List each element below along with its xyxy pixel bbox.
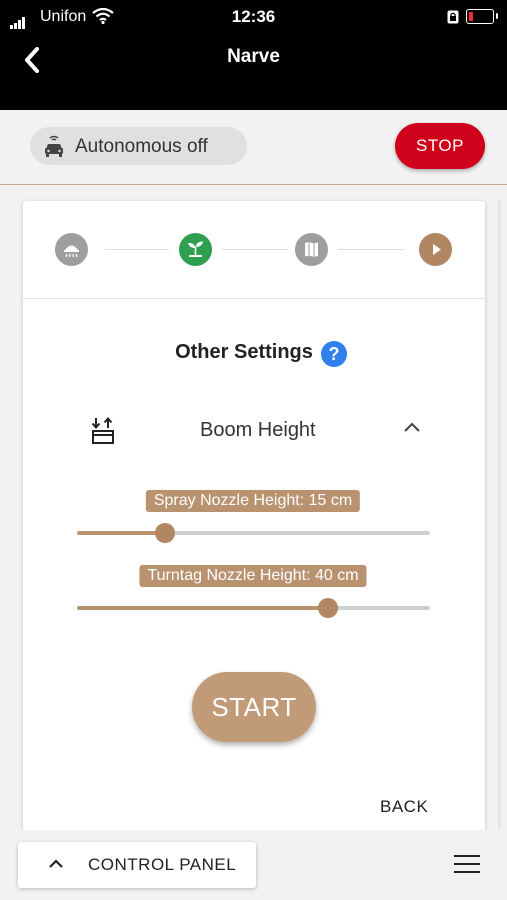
settings-card: Other Settings ? Boom Height Spray Nozzl… — [23, 201, 485, 841]
step-connector — [222, 249, 288, 250]
autonomous-status-label: Autonomous off — [75, 136, 208, 157]
back-button[interactable]: BACK — [380, 797, 428, 817]
step-sprinkler[interactable] — [55, 233, 88, 266]
start-button[interactable]: START — [192, 672, 316, 742]
boom-height-label: Boom Height — [200, 419, 316, 441]
step-start[interactable] — [419, 233, 452, 266]
autonomous-status-pill[interactable]: Autonomous off — [30, 127, 247, 165]
navigation-bar: Narve — [0, 34, 507, 110]
chevron-up-icon — [49, 859, 63, 868]
chevron-up-icon[interactable] — [403, 421, 421, 433]
height-adjust-icon — [91, 417, 114, 444]
step-connector — [338, 249, 404, 250]
sprinkler-icon — [64, 245, 79, 258]
spray-nozzle-slider[interactable] — [77, 523, 430, 543]
step-map[interactable] — [295, 233, 328, 266]
help-icon[interactable]: ? — [321, 341, 347, 367]
section-title: Other Settings — [175, 341, 313, 363]
spray-nozzle-slider-thumb[interactable] — [155, 523, 176, 543]
spray-nozzle-height-label: Spray Nozzle Height: 15 cm — [145, 490, 361, 512]
scrollbar[interactable] — [498, 200, 501, 830]
page-title: Narve — [227, 46, 280, 67]
spray-nozzle-slider-fill — [77, 531, 166, 535]
map-icon — [305, 242, 318, 257]
play-icon — [433, 244, 441, 255]
clock: 12:36 — [231, 7, 276, 26]
turntag-nozzle-slider[interactable] — [77, 598, 430, 618]
status-bar: Unifon 12:36 — [0, 0, 507, 34]
hamburger-menu-icon[interactable] — [454, 855, 480, 875]
battery-icon — [466, 9, 498, 24]
autonomous-car-icon — [45, 135, 63, 157]
turntag-nozzle-slider-thumb[interactable] — [317, 598, 338, 618]
plant-icon — [188, 241, 203, 257]
bottom-bar: CONTROL PANEL — [0, 830, 507, 900]
step-plant[interactable] — [179, 233, 212, 266]
robot-status-strip: Autonomous off STOP — [0, 110, 507, 185]
progress-stepper — [23, 201, 485, 299]
step-connector — [105, 249, 169, 250]
control-panel-label: CONTROL PANEL — [88, 855, 237, 874]
stop-button[interactable]: STOP — [395, 123, 485, 169]
turntag-nozzle-slider-fill — [77, 606, 328, 610]
turntag-nozzle-height-label: Turntag Nozzle Height: 40 cm — [139, 565, 367, 587]
boom-height-accordion[interactable]: Boom Height — [23, 407, 485, 455]
control-panel-button[interactable]: CONTROL PANEL — [18, 842, 256, 888]
orientation-lock-icon — [447, 10, 459, 24]
